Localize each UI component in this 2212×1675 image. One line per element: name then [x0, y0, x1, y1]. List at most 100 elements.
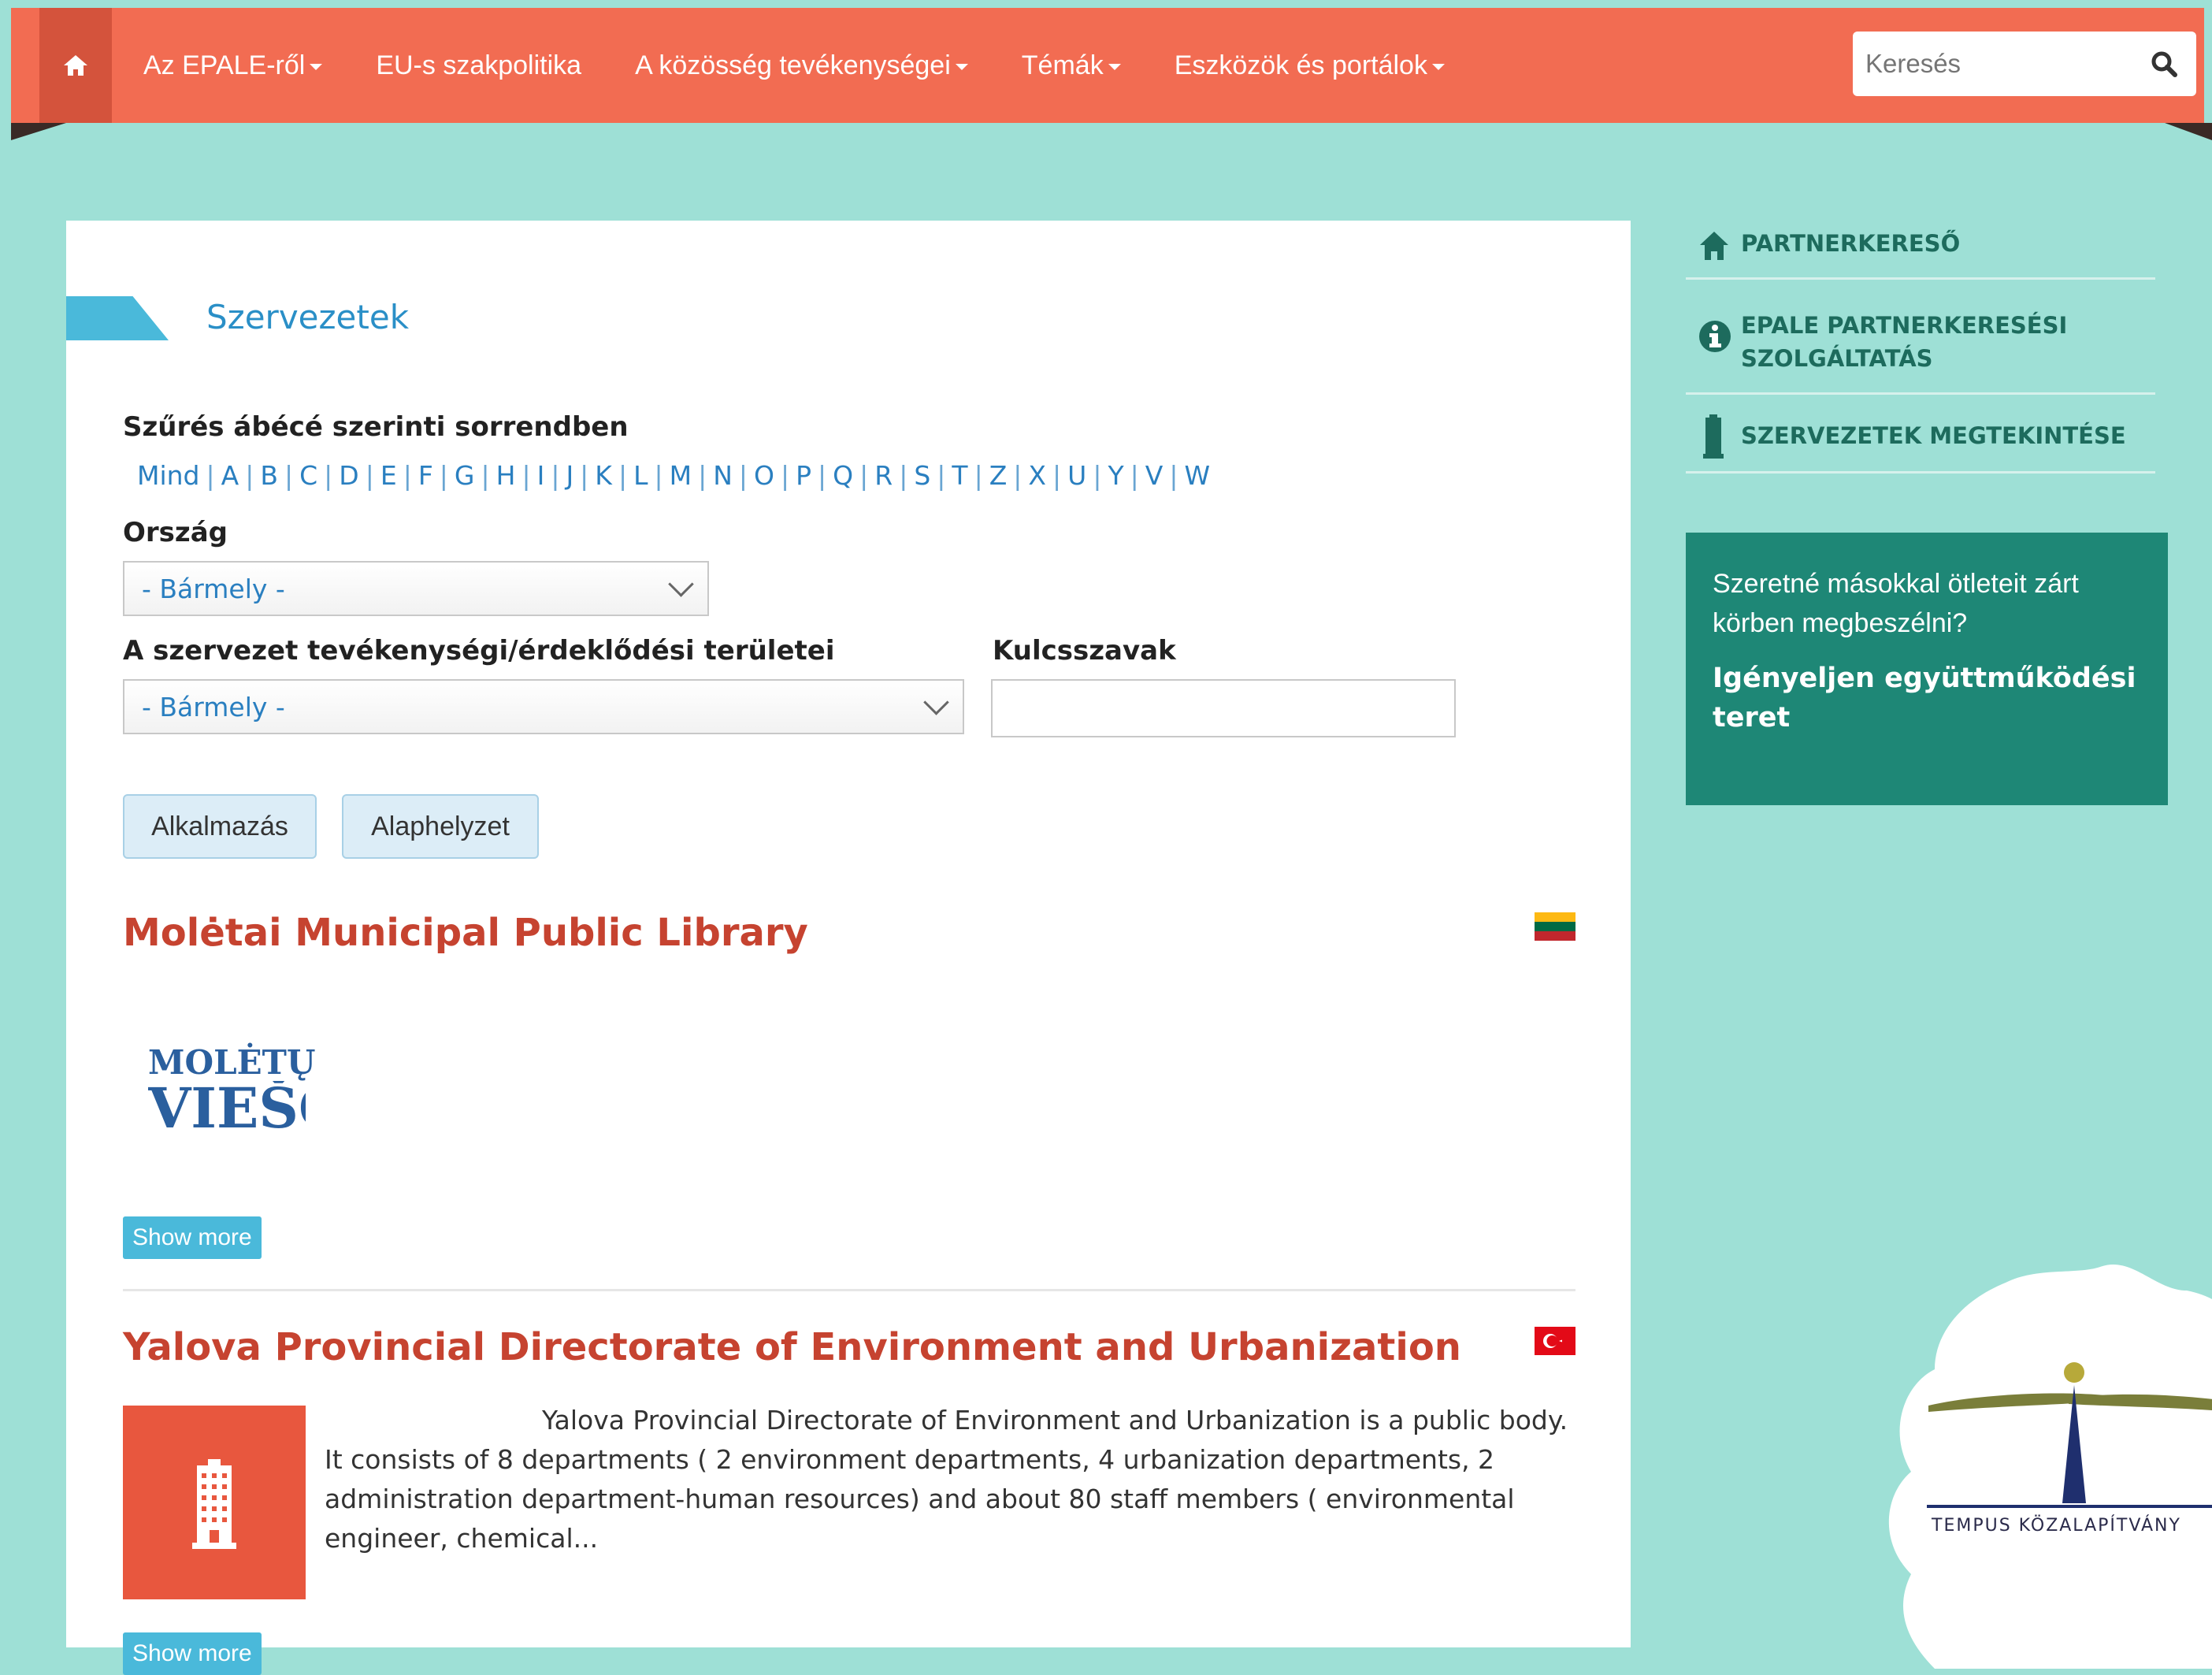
home-button[interactable]: [39, 8, 112, 123]
activity-select[interactable]: - Bármely -: [123, 679, 964, 734]
alphabet-separator: |: [580, 460, 589, 491]
building-icon: [1703, 414, 1724, 459]
alphabet-separator: |: [365, 460, 374, 491]
keywords-field[interactable]: [991, 679, 1456, 737]
alphabet-separator: |: [206, 460, 215, 491]
alphabet-letter-r[interactable]: R: [868, 460, 899, 491]
alphabet-letter-d[interactable]: D: [332, 460, 365, 491]
alphabet-letter-w[interactable]: W: [1178, 460, 1216, 491]
alphabet-letter-g[interactable]: G: [448, 460, 481, 491]
alphabet-letter-mind[interactable]: Mind: [131, 460, 206, 491]
nav-tools-portals[interactable]: Eszközök és portálok: [1175, 50, 1445, 81]
turkey-flag: [1535, 1327, 1575, 1355]
alphabet-separator: |: [403, 460, 412, 491]
reset-button[interactable]: Alaphelyzet: [342, 794, 539, 859]
chevron-down-icon: [668, 571, 694, 597]
alphabet-separator: |: [1052, 460, 1062, 491]
search-input[interactable]: [1853, 32, 2113, 96]
alphabet-letter-j[interactable]: J: [559, 460, 580, 491]
nav-label: Eszközök és portálok: [1174, 50, 1427, 80]
sidebar-link-view-organizations[interactable]: SZERVEZETEK MEGTEKINTÉSE: [1686, 410, 2155, 474]
alphabet-letter-m[interactable]: M: [663, 460, 698, 491]
alphabet-letter-y[interactable]: Y: [1101, 460, 1130, 491]
country-select[interactable]: - Bármely -: [123, 561, 709, 616]
nav-eu-policy[interactable]: EU-s szakpolitika: [376, 50, 581, 81]
sidebar-link-label: PARTNERKERESŐ: [1741, 230, 1961, 257]
sidebar-link-label: EPALE PARTNERKERESÉSI SZOLGÁLTATÁS: [1741, 312, 2068, 372]
result-title-2[interactable]: Yalova Provincial Directorate of Environ…: [123, 1325, 1461, 1369]
alphabet-separator: |: [618, 460, 628, 491]
caret-down-icon: [310, 63, 323, 70]
alphabet-letter-n[interactable]: N: [707, 460, 739, 491]
lithuania-flag: [1535, 912, 1575, 941]
nav-community[interactable]: A közösség tevékenységei: [635, 50, 968, 81]
activity-label: A szervezet tevékenységi/érdeklődési ter…: [123, 635, 835, 667]
logo-line-2: VIEŠO: [148, 1081, 306, 1136]
home-icon: [1700, 232, 1728, 260]
alphabet-letter-q[interactable]: Q: [826, 460, 859, 491]
alphabet-separator: |: [439, 460, 448, 491]
alphabet-letter-x[interactable]: X: [1022, 460, 1052, 491]
alphabet-letter-o[interactable]: O: [748, 460, 781, 491]
country-select-value: - Bármely -: [142, 574, 285, 604]
alphabet-filter-label: Szűrés ábécé szerinti sorrendben: [123, 411, 629, 443]
sidebar-link-label: SZERVEZETEK MEGTEKINTÉSE: [1741, 422, 2126, 449]
alphabet-filter: Mind | A | B | C | D | E | F | G | H | I | J | K | L | M | N | O | P | Q | R…: [131, 460, 1216, 491]
alphabet-letter-v[interactable]: V: [1139, 460, 1170, 491]
promo-link[interactable]: Igényeljen együttműködési teret: [1713, 659, 2154, 737]
nav-topics[interactable]: Témák: [1022, 50, 1121, 81]
alphabet-letter-k[interactable]: K: [588, 460, 618, 491]
show-more-button-2[interactable]: Show more: [123, 1632, 262, 1675]
alphabet-separator: |: [1093, 460, 1102, 491]
result-description-2: Yalova Provincial Directorate of Environ…: [325, 1405, 1568, 1554]
result-title-1[interactable]: Molėtai Municipal Public Library: [123, 911, 808, 955]
alphabet-separator: |: [551, 460, 560, 491]
alphabet-letter-f[interactable]: F: [412, 460, 440, 491]
search-box: [1853, 32, 2196, 96]
apply-button[interactable]: Alkalmazás: [123, 794, 317, 859]
search-icon[interactable]: [2146, 46, 2182, 82]
alphabet-letter-t[interactable]: T: [945, 460, 974, 491]
alphabet-letter-i[interactable]: I: [531, 460, 551, 491]
country-label: Ország: [123, 517, 228, 548]
collaboration-promo-box[interactable]: Szeretné másokkal ötleteit zárt körben m…: [1686, 533, 2168, 805]
alphabet-separator: |: [859, 460, 869, 491]
alphabet-letter-l[interactable]: L: [627, 460, 654, 491]
chevron-down-icon: [923, 689, 949, 715]
sidebar-link-partner-service[interactable]: EPALE PARTNERKERESÉSI SZOLGÁLTATÁS: [1686, 299, 2155, 395]
logo-line-1: MOLĖTŲ: [148, 1043, 316, 1082]
nav-label: Témák: [1021, 50, 1104, 80]
nav-label: EU-s szakpolitika: [376, 50, 582, 80]
alphabet-letter-b[interactable]: B: [254, 460, 284, 491]
alphabet-separator: |: [1013, 460, 1022, 491]
nav-about-epale[interactable]: Az EPALE-ről: [143, 50, 323, 81]
alphabet-separator: |: [284, 460, 294, 491]
ribbon-fold-right: [2165, 123, 2212, 140]
alphabet-separator: |: [481, 460, 490, 491]
promo-text: Szeretné másokkal ötleteit zárt körben m…: [1713, 569, 2079, 638]
alphabet-separator: |: [1130, 460, 1139, 491]
tempus-badge: [1888, 1265, 2212, 1669]
main-nav: Az EPALE-ről EU-s szakpolitika A közössé…: [143, 8, 1498, 123]
alphabet-separator: |: [818, 460, 827, 491]
library-logo: MOLĖTŲ VIEŠO: [148, 1045, 316, 1136]
ribbon-fold-left: [11, 123, 66, 140]
alphabet-letter-h[interactable]: H: [490, 460, 522, 491]
caret-down-icon: [1108, 63, 1121, 70]
alphabet-letter-z[interactable]: Z: [983, 460, 1014, 491]
badge-text: TEMPUS KÖZALAPÍTVÁNY: [1932, 1516, 2181, 1536]
caret-down-icon: [955, 63, 968, 70]
alphabet-letter-u[interactable]: U: [1061, 460, 1093, 491]
alphabet-letter-e[interactable]: E: [374, 460, 403, 491]
alphabet-letter-p[interactable]: P: [789, 460, 818, 491]
activity-select-value: - Bármely -: [142, 692, 285, 722]
result-divider: [123, 1289, 1575, 1291]
show-more-button-1[interactable]: Show more: [123, 1216, 262, 1259]
sidebar-link-partner-search[interactable]: PARTNERKERESŐ: [1686, 221, 2155, 280]
alphabet-separator: |: [698, 460, 707, 491]
nav-label: A közösség tevékenységei: [635, 50, 951, 80]
alphabet-letter-c[interactable]: C: [293, 460, 324, 491]
alphabet-letter-a[interactable]: A: [215, 460, 246, 491]
alphabet-letter-s[interactable]: S: [907, 460, 937, 491]
section-title: Szervezetek: [206, 298, 410, 336]
